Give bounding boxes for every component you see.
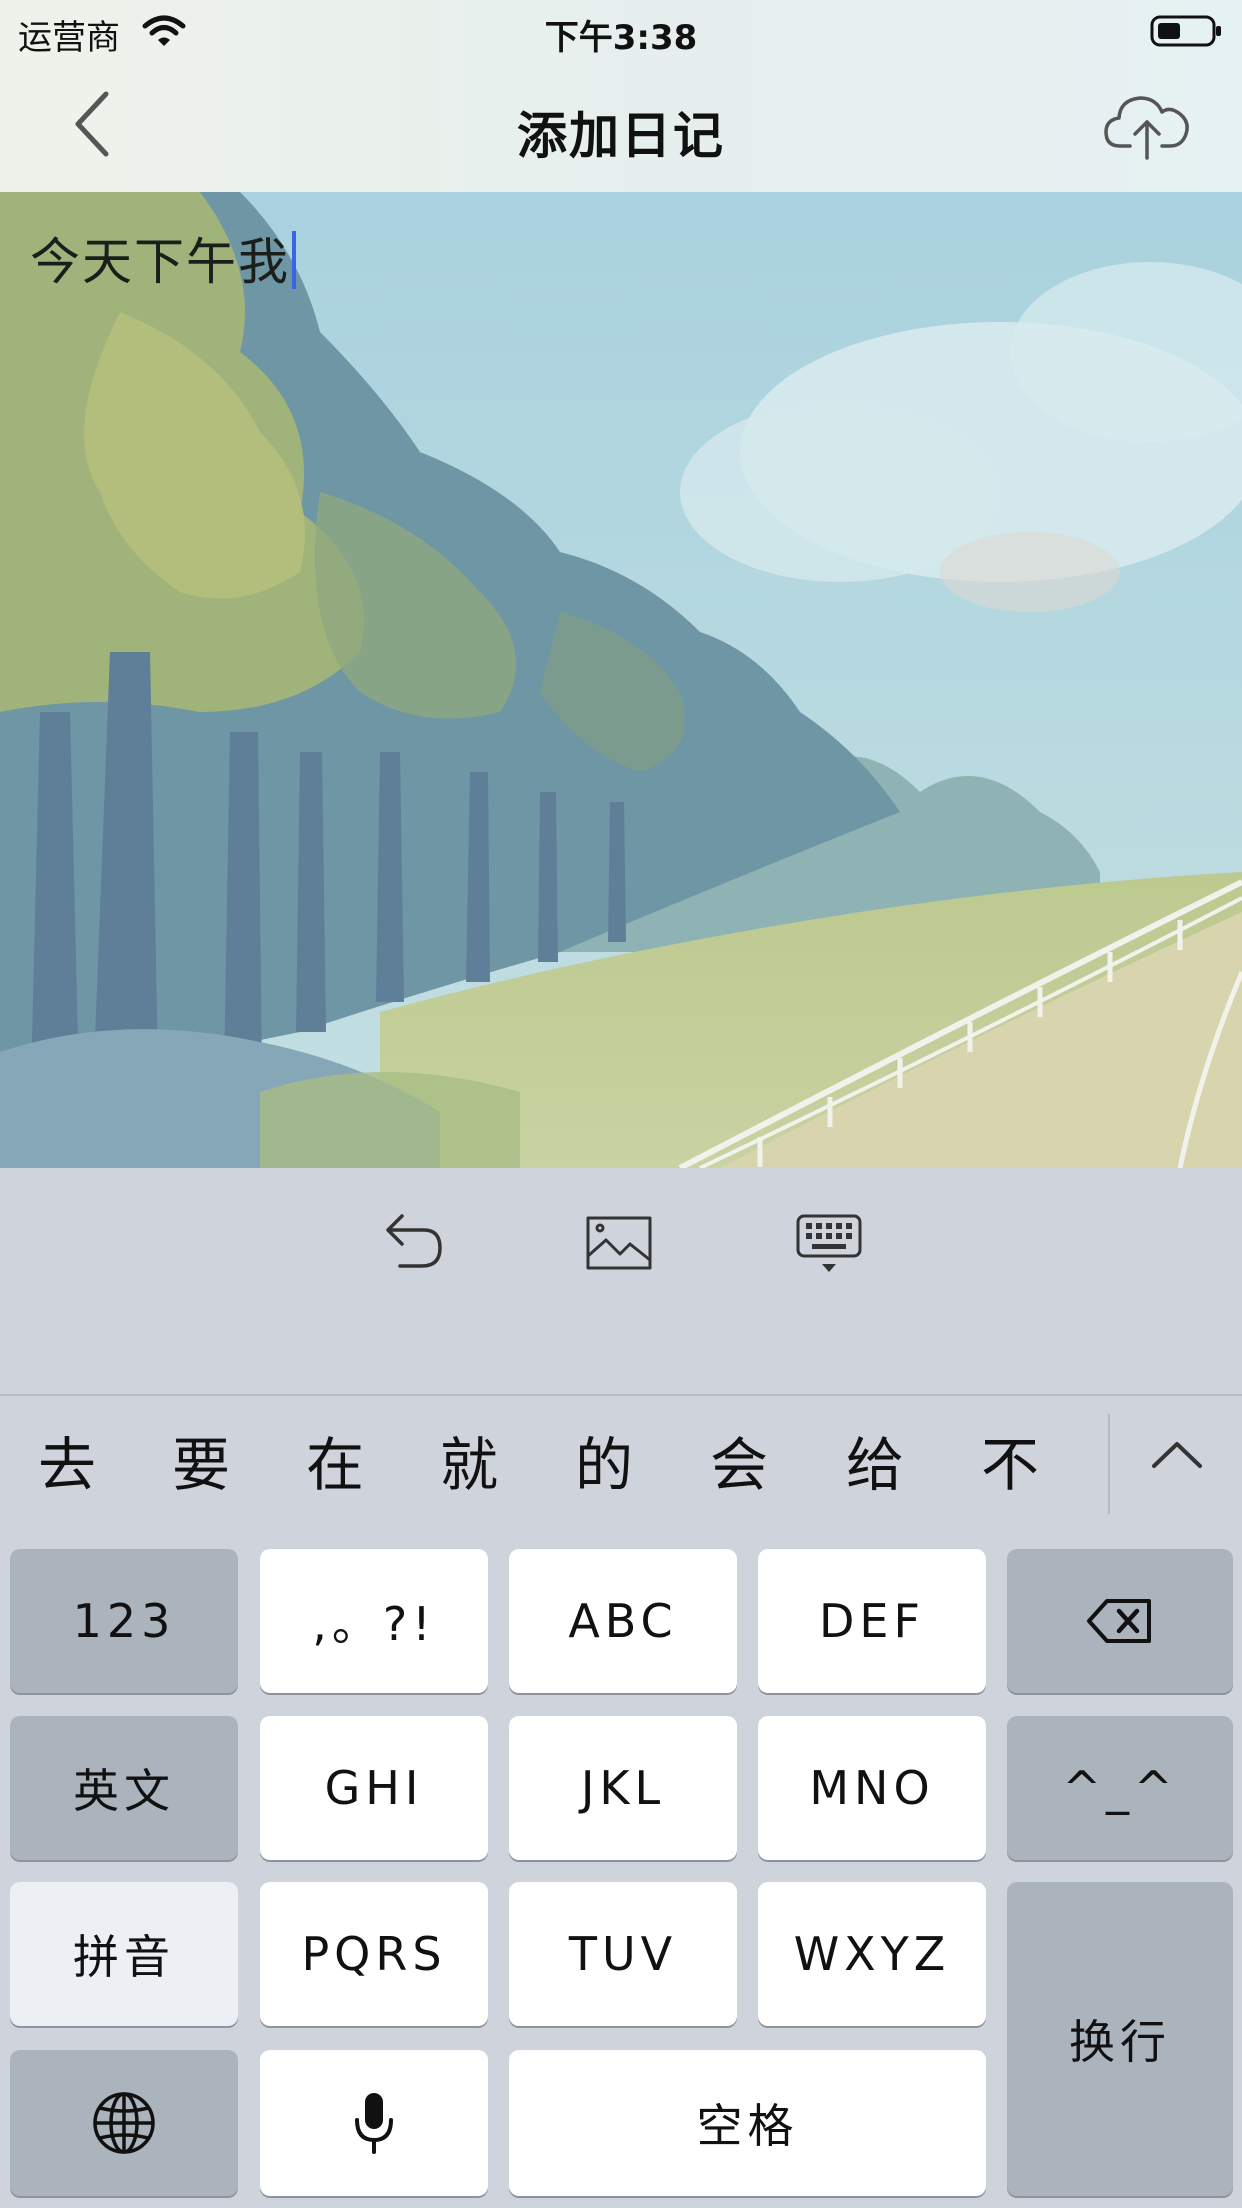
editor-background-image [0, 192, 1242, 1168]
upload-button[interactable] [1102, 90, 1192, 162]
candidate-item[interactable]: 就 [402, 1418, 536, 1502]
key-abc[interactable]: ABC [509, 1549, 737, 1693]
diary-editor[interactable]: 今天下午我 [0, 192, 1242, 1168]
chevron-up-icon [1152, 1442, 1202, 1468]
globe-button[interactable] [10, 2050, 238, 2196]
return-button[interactable]: 换行 [1007, 1882, 1233, 2196]
key-pinyin[interactable]: 拼音 [10, 1882, 238, 2026]
undo-button[interactable] [366, 1200, 456, 1290]
key-jkl[interactable]: JKL [509, 1716, 737, 1860]
key-ghi[interactable]: GHI [260, 1716, 488, 1860]
globe-icon [93, 2092, 155, 2154]
diary-content: 今天下午我 [30, 233, 290, 291]
hide-keyboard-button[interactable] [786, 1200, 876, 1290]
undo-icon [386, 1214, 442, 1268]
candidate-bar: 去 要 在 就 的 会 给 不 [0, 1396, 1242, 1518]
candidate-item[interactable]: 不 [943, 1418, 1077, 1502]
key-123[interactable]: 123 [10, 1549, 238, 1693]
space-button[interactable]: 空格 [509, 2050, 986, 2196]
keyboard-hide-icon [796, 1214, 862, 1272]
microphone-icon [355, 2093, 393, 2154]
page-title: 添加日记 [517, 107, 725, 165]
candidate-item[interactable]: 要 [134, 1418, 268, 1502]
microphone-button[interactable] [260, 2050, 488, 2196]
top-area: 运营商 下午3:38 添加日记 [0, 0, 1242, 194]
editor-toolbar [0, 1168, 1242, 1396]
candidate-item[interactable]: 的 [537, 1418, 671, 1502]
insert-image-button[interactable] [576, 1200, 666, 1290]
expand-candidates-button[interactable] [1146, 1432, 1208, 1478]
image-icon [586, 1216, 652, 1270]
key-wxyz[interactable]: WXYZ [758, 1882, 986, 2026]
key-mno[interactable]: MNO [758, 1716, 986, 1860]
battery-icon [1150, 15, 1221, 47]
text-cursor [292, 231, 296, 289]
status-bar: 运营商 下午3:38 [0, 0, 1242, 60]
cloud-upload-icon [1104, 96, 1189, 160]
key-english[interactable]: 英文 [10, 1716, 238, 1860]
key-def[interactable]: DEF [758, 1549, 986, 1693]
nav-bar: 添加日记 [0, 60, 1242, 192]
delete-icon [1087, 1599, 1151, 1643]
key-tuv[interactable]: TUV [509, 1882, 737, 2026]
candidate-item[interactable]: 会 [672, 1418, 806, 1502]
status-time: 下午3:38 [544, 18, 698, 58]
key-punctuation[interactable]: ,。?! [260, 1549, 488, 1693]
candidate-item[interactable]: 在 [268, 1418, 402, 1502]
key-pqrs[interactable]: PQRS [260, 1882, 488, 2026]
key-emoticon[interactable]: ^_^ [1007, 1716, 1233, 1860]
candidate-item[interactable]: 去 [0, 1418, 134, 1502]
candidate-item[interactable]: 给 [808, 1418, 942, 1502]
delete-button[interactable] [1007, 1549, 1233, 1693]
candidate-divider [1108, 1414, 1110, 1514]
diary-text[interactable]: 今天下午我 [30, 222, 296, 294]
